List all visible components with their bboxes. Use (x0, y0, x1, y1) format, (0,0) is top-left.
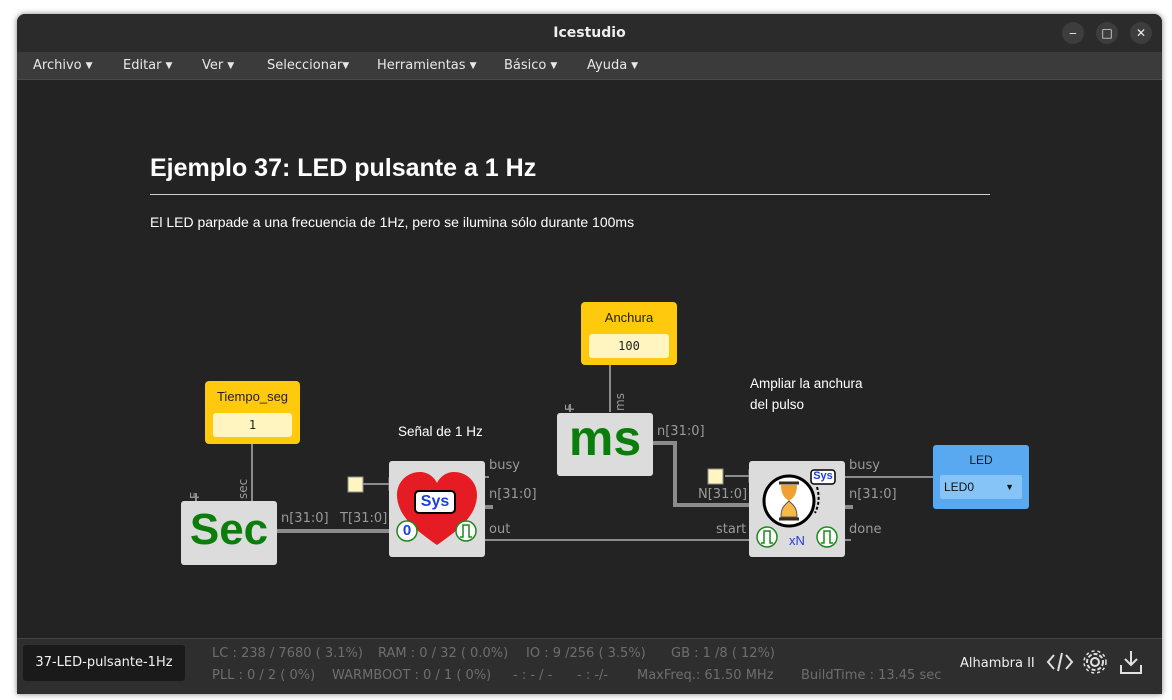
stat-warmboot: WARMBOOT : 0 / 1 ( 0%) (332, 668, 492, 683)
caret-down-icon: ▼ (469, 61, 477, 71)
menu-editar[interactable]: Editar ▼ (123, 58, 172, 73)
hourglass-done-pin: done (849, 522, 882, 537)
caret-down-icon: ▼ (342, 61, 350, 71)
sec-output-pin: n[31:0] (281, 511, 329, 526)
ms-input-pin: ms (613, 393, 627, 411)
heart-sys-badge: Sys (420, 493, 450, 510)
settings-gear-icon[interactable] (1080, 647, 1110, 677)
led-label: LED (969, 453, 993, 467)
trigger-constant (707, 468, 724, 485)
hourglass-start-pin: start (716, 522, 747, 537)
comment-widen-line2: del pulso (750, 397, 805, 412)
caret-down-icon: ▼ (631, 61, 639, 71)
stat-maxfreq: MaxFreq.: 61.50 MHz (637, 668, 774, 683)
constant-label: Tiempo_seg (216, 389, 289, 404)
menu-seleccionar[interactable]: Seleccionar▼ (267, 58, 349, 73)
hourglass-xn-label: xN (789, 533, 805, 548)
app-window: Icestudio ‒ □ ✕ Archivo ▼ Editar ▼ Ver ▼ Se… (17, 14, 1162, 694)
hourglass-n-pin: n[31:0] (849, 487, 897, 502)
stat-dash1: - : - / - (513, 668, 553, 683)
hourglass-busy-pin: busy (849, 458, 880, 473)
status-bar: 37-LED-pulsante-1Hz LC : 238 / 7680 ( 3.… (17, 638, 1162, 694)
sec-param-f: F (188, 492, 202, 499)
heart-input-pin: T[31:0] (340, 511, 388, 526)
caret-down-icon: ▼ (165, 61, 173, 71)
hourglass-sys-badge: Sys (813, 470, 833, 482)
stat-gb: GB : 1 /8 ( 12%) (671, 646, 775, 661)
minimize-icon[interactable]: ‒ (1062, 22, 1084, 44)
caret-down-icon: ▼ (227, 61, 235, 71)
trigger-constant (347, 476, 364, 493)
hourglass-n-input-pin: N[31:0] (698, 487, 748, 502)
ms-param-f: F (563, 404, 577, 411)
constant-value[interactable]: 100 (589, 334, 669, 358)
menu-herramientas[interactable]: Herramientas ▼ (377, 58, 476, 73)
stat-buildtime: BuildTime : 13.45 sec (801, 668, 942, 683)
comment-widen: Ampliar la anchura del pulso (750, 373, 863, 415)
comment-signal: Señal de 1 Hz (398, 424, 483, 439)
led-output-block[interactable]: LED LED0 ▼ (933, 445, 1029, 509)
menu-basico[interactable]: Básico ▼ (504, 58, 557, 73)
menu-ver[interactable]: Ver ▼ (202, 58, 234, 73)
caret-down-icon: ▼ (85, 61, 93, 71)
sec-input-pin: sec (236, 478, 250, 499)
heart-block[interactable]: Sys 0 (389, 461, 485, 557)
heart-zero-label: 0 (402, 522, 412, 539)
comment-widen-line1: Ampliar la anchura (750, 376, 863, 391)
maximize-icon[interactable]: □ (1096, 22, 1118, 44)
board-name[interactable]: Alhambra II (960, 656, 1035, 671)
constant-value[interactable]: 1 (213, 413, 292, 437)
ms-block[interactable]: ms (557, 410, 653, 476)
heart-n-pin: n[31:0] (489, 487, 537, 502)
constant-tiempo-seg[interactable]: Tiempo_seg 1 (205, 381, 300, 444)
stat-pll: PLL : 0 / 2 ( 0%) (212, 668, 316, 683)
ms-output-pin: n[31:0] (657, 424, 705, 439)
constant-label: Anchura (604, 310, 654, 325)
close-icon[interactable]: ✕ (1130, 22, 1152, 44)
menu-ayuda[interactable]: Ayuda ▼ (587, 58, 638, 73)
caret-down-icon: ▼ (550, 61, 558, 71)
menu-archivo[interactable]: Archivo ▼ (33, 58, 93, 73)
stat-ram: RAM : 0 / 32 ( 0.0%) (378, 646, 509, 661)
heart-out-pin: out (489, 522, 511, 537)
constant-anchura[interactable]: Anchura 100 (581, 302, 677, 365)
project-file-name[interactable]: 37-LED-pulsante-1Hz (23, 645, 185, 681)
stat-dash2: - : -/- (577, 668, 609, 683)
sec-block[interactable]: Sec (181, 501, 277, 565)
hourglass-block[interactable]: Sys xN (749, 461, 845, 557)
led-pin-select[interactable]: LED0 ▼ (940, 475, 1022, 499)
ms-block-label: ms (568, 410, 642, 466)
heart-busy-pin: busy (489, 458, 520, 473)
sec-block-label: Sec (189, 505, 269, 554)
download-icon[interactable] (1116, 647, 1146, 677)
code-icon[interactable] (1045, 647, 1075, 677)
design-canvas[interactable]: Ejemplo 37: LED pulsante a 1 Hz El LED p… (17, 80, 1162, 638)
led-pin-value: LED0 (944, 480, 975, 494)
stat-io: IO : 9 /256 ( 3.5%) (526, 646, 646, 661)
stat-lc: LC : 238 / 7680 ( 3.1%) (212, 646, 363, 661)
window-title: Icestudio (553, 25, 626, 41)
title-bar: Icestudio ‒ □ ✕ (17, 14, 1162, 52)
caret-down-icon: ▼ (1005, 482, 1014, 492)
menu-bar: Archivo ▼ Editar ▼ Ver ▼ Seleccionar▼ Herra… (17, 52, 1162, 80)
